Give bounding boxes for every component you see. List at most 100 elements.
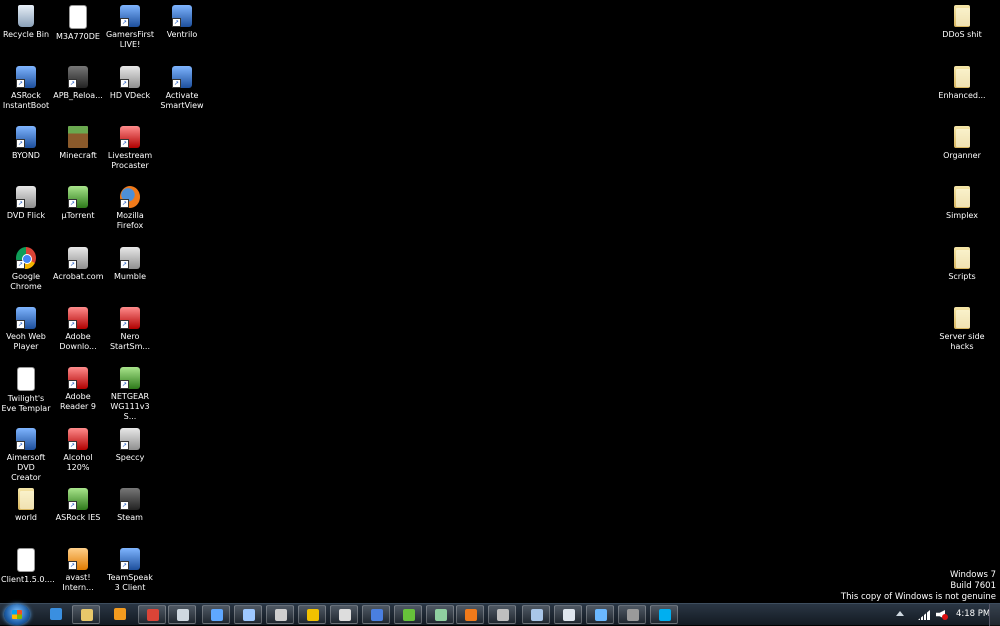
desktop-icon[interactable]: M3A770DE [53, 3, 103, 42]
taskbar-button[interactable] [362, 605, 390, 624]
taskbar-button[interactable] [72, 605, 100, 624]
taskbar-button[interactable] [168, 605, 196, 624]
taskbar-button[interactable] [650, 605, 678, 624]
steam-icon: ↗ [120, 488, 140, 510]
desktop-icon[interactable]: ↗ Google Chrome [1, 245, 51, 292]
hd-vdeck-icon: ↗ [120, 66, 140, 88]
desktop[interactable]: Recycle Bin ↗ ASRock InstantBoot ↗ BYOND ↗ DVD… [0, 0, 1000, 603]
taskbar-button[interactable] [488, 605, 516, 624]
desktop-icon[interactable]: ↗ avast! Intern... [53, 546, 103, 593]
folder-icon [954, 5, 970, 27]
desktop-icon-label: µTorrent [61, 211, 95, 220]
taskbar-button[interactable] [42, 605, 70, 624]
folder-icon [954, 307, 970, 329]
media-player-icon [114, 608, 126, 620]
desktop-icon[interactable]: ↗ µTorrent [53, 184, 103, 221]
shortcut-arrow-icon: ↗ [68, 260, 77, 269]
desktop-icon[interactable]: ↗ Speccy [105, 426, 155, 463]
desktop-folder[interactable]: Organner [937, 124, 987, 161]
folder-icon [954, 126, 970, 148]
desktop-folder[interactable]: Enhanced... [937, 64, 987, 101]
taskbar-button[interactable] [330, 605, 358, 624]
desktop-icon-label: Adobe Reader 9 [60, 392, 96, 411]
shortcut-arrow-icon: ↗ [120, 561, 129, 570]
network-signal-icon[interactable] [918, 610, 930, 620]
winamp-icon [307, 609, 319, 621]
acrobat-com-icon: ↗ [68, 247, 88, 269]
desktop-icon[interactable]: ↗ Adobe Reader 9 [53, 365, 103, 412]
taskbar-button[interactable] [522, 605, 550, 624]
taskbar-button[interactable] [234, 605, 262, 624]
taskbar-button[interactable] [202, 605, 230, 624]
desktop-icon[interactable]: ↗ TeamSpeak 3 Client [105, 546, 155, 593]
desktop-icon[interactable]: Recycle Bin [1, 3, 51, 40]
desktop-icon[interactable]: ↗ Alcohol 120% [53, 426, 103, 473]
desktop-icon[interactable]: ↗ Nero StartSm... [105, 305, 155, 352]
app-icon [243, 609, 255, 621]
desktop-folder[interactable]: Scripts [937, 245, 987, 282]
desktop-icon[interactable]: Client1.5.0.... [1, 546, 55, 585]
internet-explorer-icon [50, 608, 62, 620]
show-desktop-button[interactable] [989, 604, 1000, 626]
dvd-flick-icon: ↗ [16, 186, 36, 208]
taskbar: 4:18 PM [0, 603, 1000, 626]
taskbar-button[interactable] [426, 605, 454, 624]
desktop-icon[interactable]: Minecraft [53, 124, 103, 161]
document-icon [69, 5, 87, 29]
desktop-icon[interactable]: ↗ Veoh Web Player [1, 305, 51, 352]
desktop-icon[interactable]: ↗ Aimersoft DVD Creator [1, 426, 51, 483]
desktop-folder[interactable]: DDoS shit [937, 3, 987, 40]
taskbar-button[interactable] [456, 605, 484, 624]
bars-icon [371, 609, 383, 621]
desktop-icon[interactable]: ↗ Livestream Procaster [105, 124, 155, 171]
desktop-icon[interactable]: ↗ ASRock InstantBoot [1, 64, 51, 111]
desktop-icon-label: TeamSpeak 3 Client [107, 573, 153, 592]
desktop-folder[interactable]: Server side hacks [937, 305, 987, 352]
taskbar-button[interactable] [618, 605, 646, 624]
desktop-icon[interactable]: world [1, 486, 51, 523]
show-hidden-icons-icon[interactable] [896, 611, 904, 616]
desktop-icon[interactable]: ↗ GamersFirst LIVE! [105, 3, 155, 50]
clock[interactable]: 4:18 PM [956, 609, 990, 619]
ball-icon [403, 609, 415, 621]
taskbar-button[interactable] [554, 605, 582, 624]
folder-icon [954, 247, 970, 269]
desktop-icon[interactable]: ↗ ASRock IES [53, 486, 103, 523]
desktop-icon[interactable]: ↗ Adobe Downlo... [53, 305, 103, 352]
start-button[interactable] [4, 604, 30, 625]
aimersoft-icon: ↗ [16, 428, 36, 450]
taskbar-button[interactable] [138, 605, 166, 624]
taskbar-button[interactable] [298, 605, 326, 624]
folder-icon [954, 186, 970, 208]
desktop-icon-label: avast! Intern... [62, 573, 94, 592]
desktop-icon[interactable]: ↗ HD VDeck [105, 64, 155, 101]
desktop-icon[interactable]: ↗ DVD Flick [1, 184, 51, 221]
desktop-icon[interactable]: ↗ BYOND [1, 124, 51, 161]
desktop-icon[interactable]: ↗ Mozilla Firefox [105, 184, 155, 231]
taskbar-button[interactable] [266, 605, 294, 624]
desktop-icon[interactable]: ↗ Activate SmartView [157, 64, 207, 111]
desktop-icon[interactable]: ↗ Steam [105, 486, 155, 523]
taskbar-button[interactable] [586, 605, 614, 624]
desktop-icon[interactable]: Twilight's Eve Templar [1, 365, 51, 414]
shortcut-arrow-icon: ↗ [120, 501, 129, 510]
desktop-icon[interactable]: ↗ Mumble [105, 245, 155, 282]
taskbar-button[interactable] [394, 605, 422, 624]
watermark-line-2: Build 7601 [950, 581, 996, 591]
mumble-icon [339, 609, 351, 621]
shortcut-arrow-icon: ↗ [68, 561, 77, 570]
desktop-folder[interactable]: Simplex [937, 184, 987, 221]
mumble-icon: ↗ [120, 247, 140, 269]
desktop-icon-label: Recycle Bin [2, 30, 50, 39]
taskbar-button[interactable] [106, 605, 134, 624]
desktop-icon[interactable]: ↗ Acrobat.com [53, 245, 103, 282]
desktop-icon[interactable]: ↗ NETGEAR WG111v3 S... [105, 365, 155, 422]
map-icon [435, 609, 447, 621]
shortcut-arrow-icon: ↗ [16, 79, 25, 88]
terminal-icon [275, 609, 287, 621]
firefox-icon [465, 609, 477, 621]
desktop-icon[interactable]: ↗ APB_Reloa... [53, 64, 103, 101]
desktop-icon[interactable]: ↗ Ventrilo [157, 3, 207, 40]
shortcut-arrow-icon: ↗ [120, 320, 129, 329]
shortcut-arrow-icon: ↗ [120, 79, 129, 88]
